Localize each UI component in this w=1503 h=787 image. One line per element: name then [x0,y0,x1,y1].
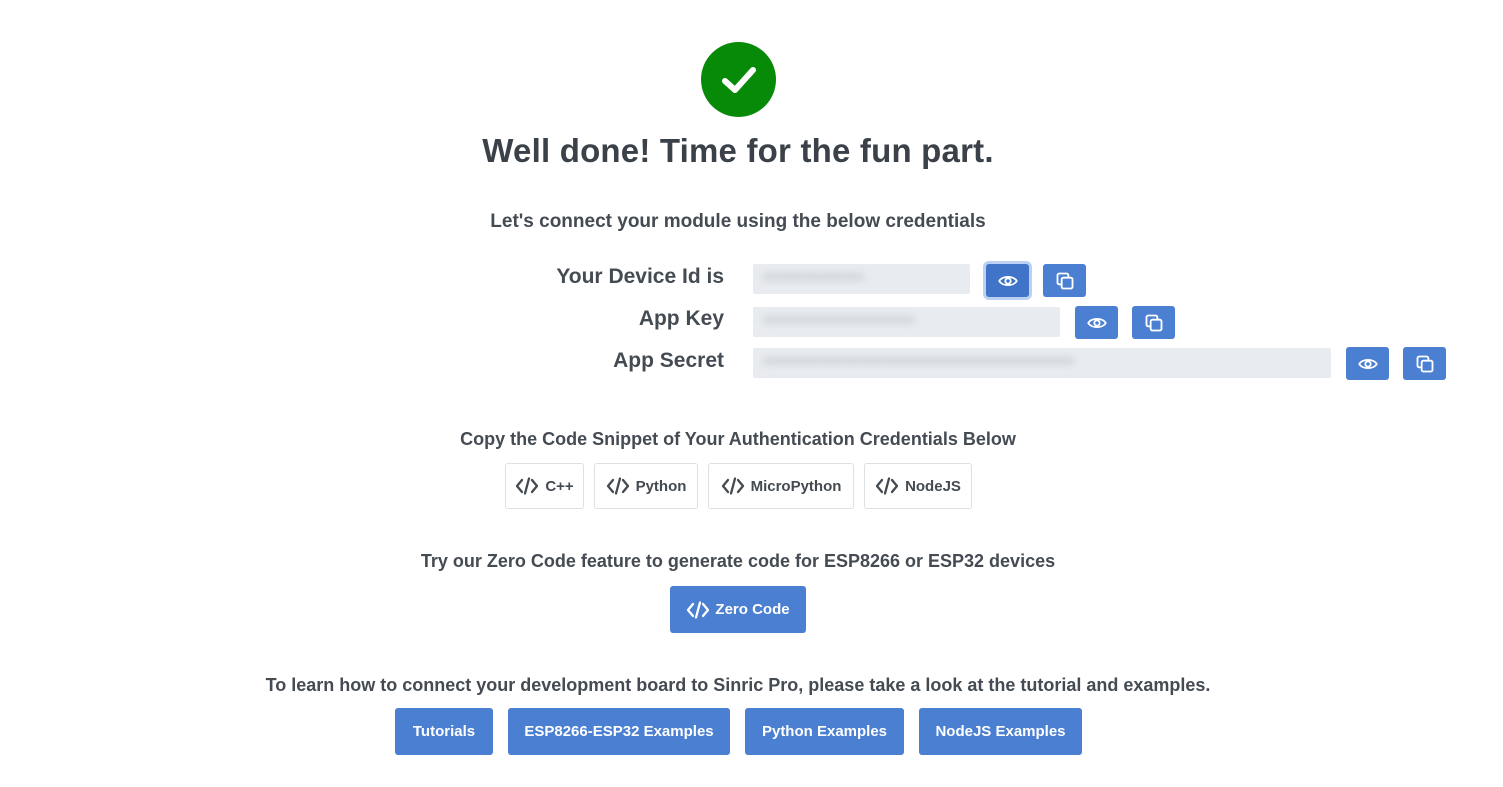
app-key-reveal-button[interactable] [1075,306,1118,339]
device-id-field[interactable]: •••••••••••••••••••••••• [753,264,970,294]
copy-icon [1416,355,1433,372]
credentials-subtitle: Let's connect your module using the belo… [490,211,986,232]
copy-icon [1056,272,1073,289]
copy-icon [1145,314,1162,331]
app-secret-field[interactable]: ••••••••••••••••••••••••••••••••••••••••… [753,348,1331,378]
zero-code-label: Zero Code [715,601,790,618]
snippet-heading: Copy the Code Snippet of Your Authentica… [460,429,1016,449]
app-key-field[interactable]: •••••••••••••••••••••••••••••••••••• [753,307,1060,337]
code-icon [721,477,744,495]
code-icon [875,477,899,495]
app-key-label: App Key [638,307,724,330]
eye-icon [1357,358,1378,369]
micropython-snippet-button[interactable]: MicroPython [708,463,854,509]
zero-code-heading: Try our Zero Code feature to generate co… [420,551,1056,571]
check-icon [721,66,756,93]
eye-icon [997,275,1018,286]
device-id-label: Your Device Id is [556,265,724,288]
tutorials-label: Tutorials [412,723,476,740]
app-secret-label: App Secret [613,349,724,372]
code-icon [606,477,629,495]
nodejs-snippet-button[interactable]: NodeJS [864,463,972,509]
page-title: Well done! Time for the fun part. [482,132,994,169]
python-examples-button[interactable]: Python Examples [745,708,904,755]
python-snippet-label: Python [635,477,687,495]
device-id-copy-button[interactable] [1043,264,1086,297]
code-icon [687,600,710,619]
python-snippet-button[interactable]: Python [594,463,698,509]
eye-icon [1086,317,1107,328]
cpp-snippet-label: C++ [545,477,574,495]
nodejs-examples-label: NodeJS Examples [935,723,1066,740]
tutorials-button[interactable]: Tutorials [395,708,493,755]
nodejs-examples-button[interactable]: NodeJS Examples [919,708,1082,755]
esp-examples-label: ESP8266-ESP32 Examples [524,723,714,740]
resources-heading: To learn how to connect your development… [265,675,1211,695]
app-key-copy-button[interactable] [1132,306,1175,339]
zero-code-button[interactable]: Zero Code [670,586,806,633]
device-id-value: •••••••••••••••••••••••• [763,270,864,284]
micropython-snippet-label: MicroPython [750,477,842,495]
app-key-value: •••••••••••••••••••••••••••••••••••• [763,313,915,327]
python-examples-label: Python Examples [761,723,888,740]
success-check-circle [701,42,776,117]
code-icon [516,477,539,495]
app-secret-reveal-button[interactable] [1346,347,1389,380]
cpp-snippet-button[interactable]: C++ [505,463,584,509]
device-id-reveal-button[interactable] [986,264,1029,297]
esp-examples-button[interactable]: ESP8266-ESP32 Examples [508,708,730,755]
app-secret-copy-button[interactable] [1403,347,1446,380]
nodejs-snippet-label: NodeJS [905,477,961,495]
app-secret-value: ••••••••••••••••••••••••••••••••••••••••… [763,354,1074,368]
